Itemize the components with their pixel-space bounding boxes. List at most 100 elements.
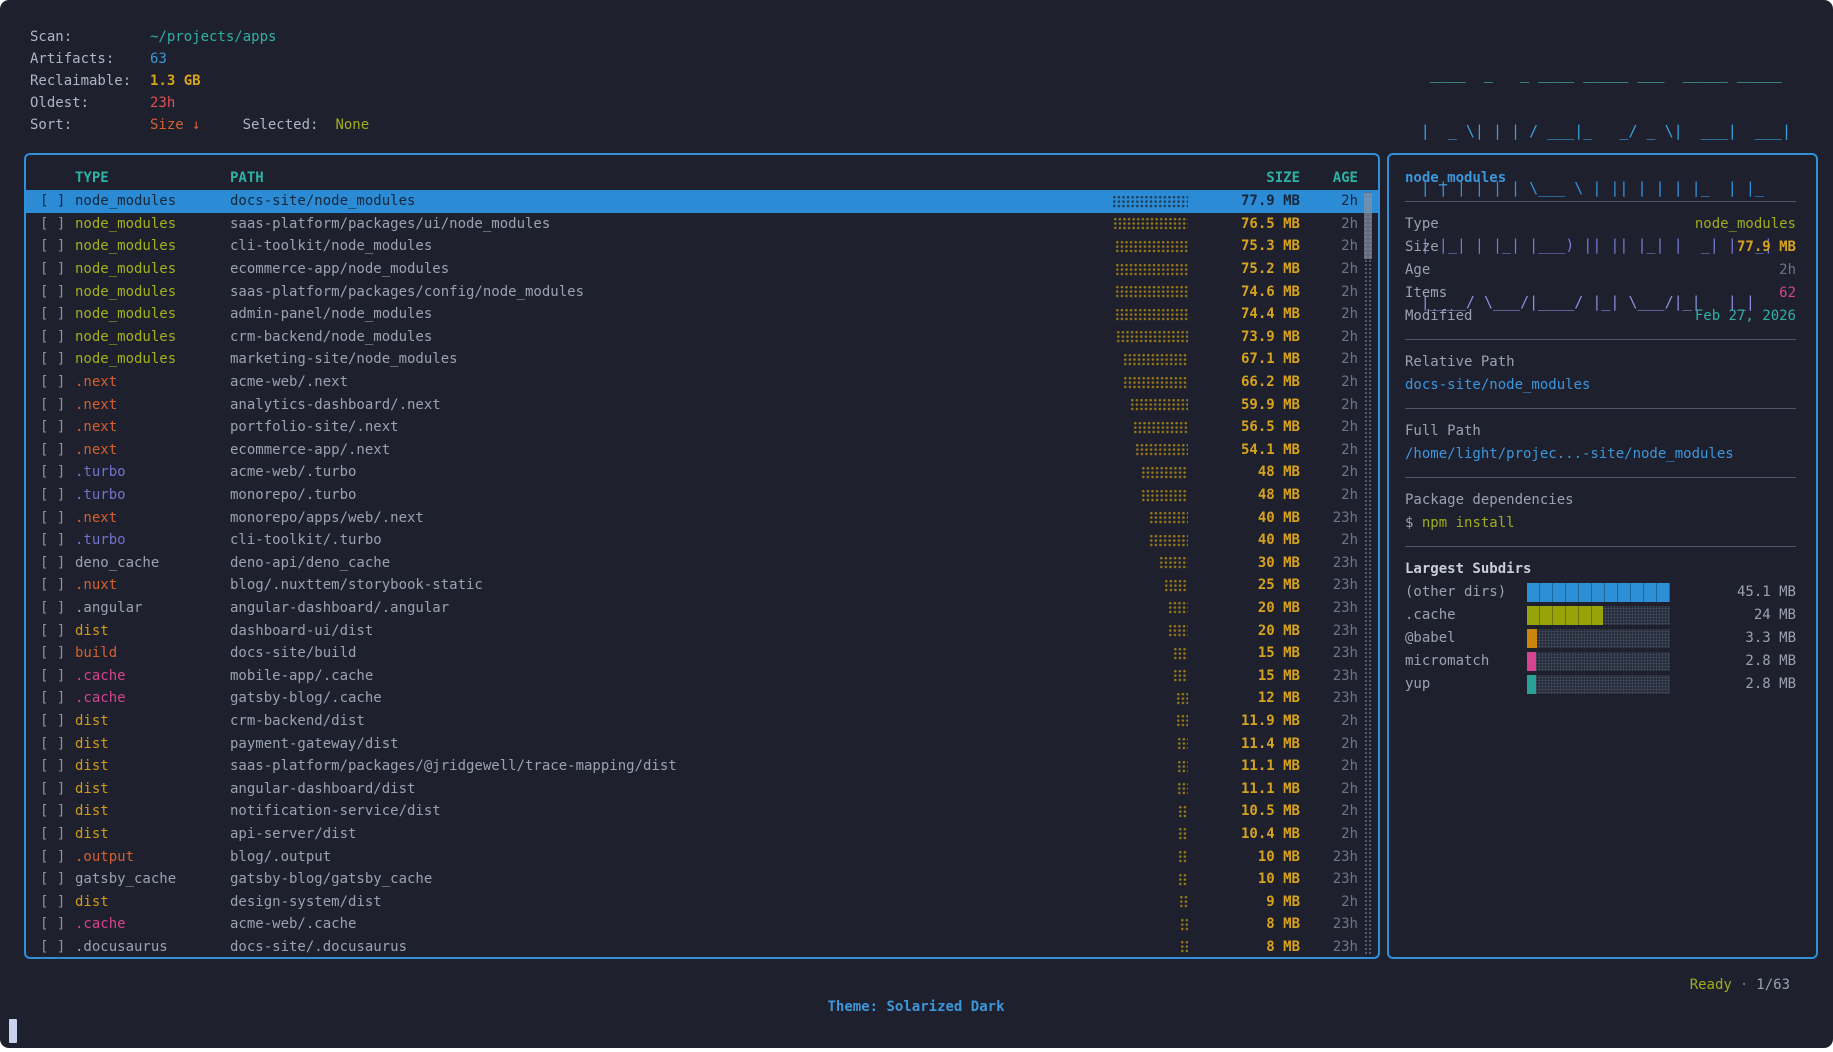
field-label: Size xyxy=(1405,236,1439,259)
row-age: 2h xyxy=(1300,894,1358,910)
table-row[interactable]: [ ] dist dashboard-ui/dist 20 MB 23h xyxy=(26,619,1378,642)
row-age: 2h xyxy=(1300,261,1358,277)
row-checkbox[interactable]: [ ] xyxy=(40,758,75,774)
table-row[interactable]: [ ] dist angular-dashboard/dist 11.1 MB … xyxy=(26,777,1378,800)
header-age[interactable]: AGE xyxy=(1300,170,1358,186)
row-bar-area xyxy=(1108,534,1188,547)
table-row[interactable]: [ ] .next acme-web/.next 66.2 MB 2h xyxy=(26,371,1378,394)
row-checkbox[interactable]: [ ] xyxy=(40,238,75,254)
table-row[interactable]: [ ] .angular angular-dashboard/.angular … xyxy=(26,597,1378,620)
table-row[interactable]: [ ] dist notification-service/dist 10.5 … xyxy=(26,800,1378,823)
size-bar xyxy=(1176,714,1188,727)
header-size[interactable]: SIZE xyxy=(1188,170,1300,186)
row-bar-area xyxy=(1108,353,1188,366)
row-checkbox[interactable]: [ ] xyxy=(40,871,75,887)
size-bar xyxy=(1178,873,1188,886)
row-checkbox[interactable]: [ ] xyxy=(40,803,75,819)
sort-value[interactable]: Size ↓ xyxy=(150,117,201,133)
relative-path-label: Relative Path xyxy=(1405,351,1796,374)
row-checkbox[interactable]: [ ] xyxy=(40,849,75,865)
table-row[interactable]: [ ] .turbo monorepo/.turbo 48 MB 2h xyxy=(26,484,1378,507)
header-type[interactable]: TYPE xyxy=(75,170,230,186)
row-checkbox[interactable]: [ ] xyxy=(40,464,75,480)
oldest-line: Oldest:23h xyxy=(30,92,369,114)
row-checkbox[interactable]: [ ] xyxy=(40,645,75,661)
table-row[interactable]: [ ] .cache gatsby-blog/.cache 12 MB 23h xyxy=(26,687,1378,710)
row-checkbox[interactable]: [ ] xyxy=(40,306,75,322)
table-row[interactable]: [ ] dist api-server/dist 10.4 MB 2h xyxy=(26,823,1378,846)
table-row[interactable]: [ ] .cache acme-web/.cache 8 MB 23h xyxy=(26,913,1378,936)
table-row[interactable]: [ ] gatsby_cache gatsby-blog/gatsby_cach… xyxy=(26,868,1378,891)
table-row[interactable]: [ ] dist saas-platform/packages/@jridgew… xyxy=(26,755,1378,778)
table-row[interactable]: [ ] .next ecommerce-app/.next 54.1 MB 2h xyxy=(26,439,1378,462)
subdir-bar-fill xyxy=(1527,629,1537,648)
row-checkbox[interactable]: [ ] xyxy=(40,532,75,548)
table-scrollbar[interactable] xyxy=(1364,191,1372,954)
table-row[interactable]: [ ] node_modules crm-backend/node_module… xyxy=(26,326,1378,349)
row-checkbox[interactable]: [ ] xyxy=(40,781,75,797)
row-checkbox[interactable]: [ ] xyxy=(40,261,75,277)
row-checkbox[interactable]: [ ] xyxy=(40,668,75,684)
table-row[interactable]: [ ] node_modules saas-platform/packages/… xyxy=(26,280,1378,303)
subdir-size: 45.1 MB xyxy=(1670,581,1796,604)
row-checkbox[interactable]: [ ] xyxy=(40,419,75,435)
table-row[interactable]: [ ] .next monorepo/apps/web/.next 40 MB … xyxy=(26,506,1378,529)
row-checkbox[interactable]: [ ] xyxy=(40,736,75,752)
table-row[interactable]: [ ] node_modules docs-site/node_modules … xyxy=(26,190,1378,213)
table-row[interactable]: [ ] .next analytics-dashboard/.next 59.9… xyxy=(26,393,1378,416)
row-checkbox[interactable]: [ ] xyxy=(40,329,75,345)
table-row[interactable]: [ ] node_modules cli-toolkit/node_module… xyxy=(26,235,1378,258)
row-checkbox[interactable]: [ ] xyxy=(40,193,75,209)
table-row[interactable]: [ ] .output blog/.output 10 MB 23h xyxy=(26,845,1378,868)
table-row[interactable]: [ ] node_modules saas-platform/packages/… xyxy=(26,213,1378,236)
row-checkbox[interactable]: [ ] xyxy=(40,555,75,571)
table-row[interactable]: [ ] .turbo acme-web/.turbo 48 MB 2h xyxy=(26,461,1378,484)
row-checkbox[interactable]: [ ] xyxy=(40,713,75,729)
row-checkbox[interactable]: [ ] xyxy=(40,577,75,593)
table-row[interactable]: [ ] build docs-site/build 15 MB 23h xyxy=(26,642,1378,665)
table-row[interactable]: [ ] .turbo cli-toolkit/.turbo 40 MB 2h xyxy=(26,529,1378,552)
row-checkbox[interactable]: [ ] xyxy=(40,216,75,232)
table-row[interactable]: [ ] node_modules ecommerce-app/node_modu… xyxy=(26,258,1378,281)
table-row[interactable]: [ ] dist design-system/dist 9 MB 2h xyxy=(26,890,1378,913)
row-checkbox[interactable]: [ ] xyxy=(40,351,75,367)
row-checkbox[interactable]: [ ] xyxy=(40,442,75,458)
row-checkbox[interactable]: [ ] xyxy=(40,374,75,390)
details-title: node_modules xyxy=(1405,167,1796,190)
row-path: analytics-dashboard/.next xyxy=(230,397,1108,413)
size-bar xyxy=(1112,195,1188,208)
table-row[interactable]: [ ] node_modules admin-panel/node_module… xyxy=(26,303,1378,326)
row-checkbox[interactable]: [ ] xyxy=(40,510,75,526)
row-size: 56.5 MB xyxy=(1188,419,1300,435)
header-path[interactable]: PATH xyxy=(230,170,1108,186)
table-row[interactable]: [ ] node_modules marketing-site/node_mod… xyxy=(26,348,1378,371)
row-checkbox[interactable]: [ ] xyxy=(40,487,75,503)
table-row[interactable]: [ ] dist crm-backend/dist 11.9 MB 2h xyxy=(26,710,1378,733)
row-checkbox[interactable]: [ ] xyxy=(40,916,75,932)
row-checkbox[interactable]: [ ] xyxy=(40,600,75,616)
sort-label: Sort: xyxy=(30,114,150,136)
row-checkbox[interactable]: [ ] xyxy=(40,690,75,706)
row-size: 67.1 MB xyxy=(1188,351,1300,367)
row-checkbox[interactable]: [ ] xyxy=(40,939,75,955)
row-checkbox[interactable]: [ ] xyxy=(40,397,75,413)
row-bar-area xyxy=(1108,850,1188,863)
table-row[interactable]: [ ] .nuxt blog/.nuxttem/storybook-static… xyxy=(26,574,1378,597)
row-path: monorepo/.turbo xyxy=(230,487,1108,503)
scrollbar-thumb[interactable] xyxy=(1364,193,1372,259)
subdir-size: 3.3 MB xyxy=(1670,627,1796,650)
subdir-size: 2.8 MB xyxy=(1670,650,1796,673)
table-row[interactable]: [ ] .cache mobile-app/.cache 15 MB 23h xyxy=(26,664,1378,687)
subdir-bar-fill xyxy=(1527,675,1536,694)
row-size: 10.5 MB xyxy=(1188,803,1300,819)
row-checkbox[interactable]: [ ] xyxy=(40,826,75,842)
table-row[interactable]: [ ] .next portfolio-site/.next 56.5 MB 2… xyxy=(26,416,1378,439)
row-checkbox[interactable]: [ ] xyxy=(40,894,75,910)
table-row[interactable]: [ ] dist payment-gateway/dist 11.4 MB 2h xyxy=(26,732,1378,755)
table-row[interactable]: [ ] deno_cache deno-api/deno_cache 30 MB… xyxy=(26,552,1378,575)
row-checkbox[interactable]: [ ] xyxy=(40,284,75,300)
row-type: dist xyxy=(75,894,230,910)
row-checkbox[interactable]: [ ] xyxy=(40,623,75,639)
table-row[interactable]: [ ] .docusaurus docs-site/.docusaurus 8 … xyxy=(26,936,1378,959)
row-size: 25 MB xyxy=(1188,577,1300,593)
